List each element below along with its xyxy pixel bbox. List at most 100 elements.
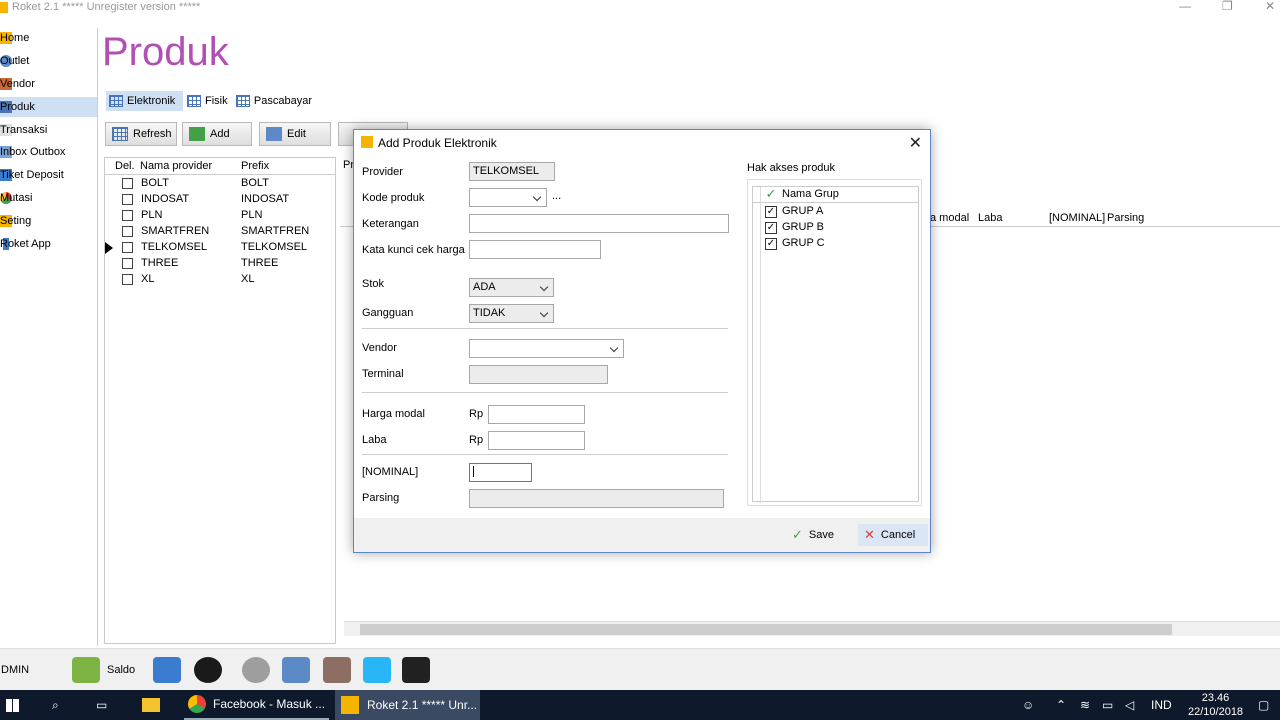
laba-input[interactable]: [488, 431, 585, 450]
group-checkbox[interactable]: ✓: [765, 238, 777, 250]
grid-icon: [236, 95, 250, 107]
harga-modal-label: Harga modal: [362, 408, 425, 420]
kata-kunci-label: Kata kunci cek harga: [362, 244, 465, 256]
add-button[interactable]: Add: [182, 122, 252, 146]
sync-icon[interactable]: [282, 657, 310, 683]
delete-checkbox[interactable]: [122, 258, 133, 269]
sidebar-item-mutasi[interactable]: Mutasi: [0, 188, 97, 208]
refresh-button[interactable]: Refresh: [105, 122, 177, 146]
sidebar-item-vendor[interactable]: Vendor: [0, 74, 97, 94]
harga-modal-input[interactable]: [488, 405, 585, 424]
wifi-icon[interactable]: ≋: [1080, 690, 1090, 720]
restore-icon[interactable]: ❐: [1222, 0, 1233, 13]
keterangan-input[interactable]: [469, 214, 729, 233]
clock[interactable]: 23.46 22/10/2018: [1188, 690, 1243, 720]
table-row[interactable]: TELKOMSEL TELKOMSEL: [105, 240, 335, 256]
minimize-icon[interactable]: —: [1179, 0, 1191, 13]
delete-checkbox[interactable]: [122, 226, 133, 237]
delete-checkbox[interactable]: [122, 274, 133, 285]
grid-icon: [112, 127, 128, 141]
vendor-select[interactable]: [469, 339, 624, 358]
saldo-icon[interactable]: [72, 657, 100, 683]
access-row[interactable]: ✓ GRUP B: [753, 220, 918, 236]
sidebar-item-transaksi[interactable]: Transaksi: [0, 120, 97, 140]
tab-pascabayar[interactable]: Pascabayar: [233, 91, 315, 111]
people-icon[interactable]: ☺: [1022, 690, 1034, 720]
window-title: Roket 2.1 ***** Unregister version *****: [12, 1, 201, 13]
cancel-button[interactable]: ✕ Cancel: [858, 524, 928, 546]
start-icon[interactable]: [6, 690, 20, 720]
input-language[interactable]: IND: [1151, 690, 1172, 720]
provider-label: Provider: [362, 166, 403, 178]
chrome-icon: [188, 695, 206, 713]
sidebar-item-outlet[interactable]: Outlet: [0, 51, 97, 71]
horizontal-scrollbar[interactable]: [344, 621, 1280, 636]
group-checkbox[interactable]: ✓: [765, 206, 777, 218]
notification-icon[interactable]: ▢: [1258, 690, 1269, 720]
taskbar-roket[interactable]: Roket 2.1 ***** Unr...: [335, 690, 480, 720]
col-laba: Laba: [978, 212, 1003, 224]
app-icon: [0, 2, 8, 13]
search-icon[interactable]: ⌕: [52, 690, 59, 720]
group-checkbox[interactable]: ✓: [765, 222, 777, 234]
bank-icon[interactable]: [323, 657, 351, 683]
parsing-label: Parsing: [362, 492, 400, 504]
folder-icon[interactable]: [142, 690, 160, 720]
sidebar-item-inbox-outbox[interactable]: Inbox Outbox: [0, 142, 97, 162]
kode-produk-browse-button[interactable]: ...: [552, 190, 561, 202]
table-row[interactable]: XL XL: [105, 272, 335, 288]
terminal-field: [469, 365, 608, 384]
nominal-input[interactable]: [469, 463, 532, 482]
edit-button[interactable]: Edit: [259, 122, 331, 146]
col-harga-modal: a modal: [930, 212, 970, 224]
delete-checkbox[interactable]: [122, 178, 133, 189]
refresh-icon[interactable]: [242, 657, 270, 683]
sidebar-item-seting[interactable]: Seting: [0, 211, 97, 231]
close-icon[interactable]: ✕: [909, 133, 922, 153]
check-icon: ✓: [765, 186, 777, 201]
delete-checkbox[interactable]: [122, 242, 133, 253]
edit-icon: [266, 127, 282, 141]
close-window-icon[interactable]: ✕: [1265, 0, 1275, 13]
sidebar-item-tiket-deposit[interactable]: Tiket Deposit: [0, 165, 97, 185]
tab-fisik[interactable]: Fisik: [184, 91, 232, 111]
save-button[interactable]: ✓ Save: [786, 524, 840, 546]
volume-icon[interactable]: ◁: [1125, 690, 1134, 720]
table-row[interactable]: INDOSAT INDOSAT: [105, 192, 335, 208]
taskbar-facebook[interactable]: Facebook - Masuk ...: [184, 690, 329, 720]
gangguan-select[interactable]: TIDAK: [469, 304, 554, 323]
scrollbar-thumb[interactable]: [360, 624, 1172, 635]
task-view-icon[interactable]: ▭: [96, 690, 107, 720]
vendor-label: Vendor: [362, 342, 397, 354]
kode-produk-select[interactable]: [469, 188, 547, 207]
battery-icon[interactable]: ▭: [1102, 690, 1113, 720]
chat-icon[interactable]: [153, 657, 181, 683]
kata-kunci-input[interactable]: [469, 240, 601, 259]
delete-checkbox[interactable]: [122, 210, 133, 221]
chevron-up-icon[interactable]: ⌃: [1056, 690, 1066, 720]
access-row[interactable]: ✓ GRUP A: [753, 204, 918, 220]
user-network-icon[interactable]: [363, 657, 391, 683]
table-row[interactable]: SMARTFREN SMARTFREN: [105, 224, 335, 240]
sidebar-item-produk[interactable]: Produk: [0, 97, 97, 117]
delete-checkbox[interactable]: [122, 194, 133, 205]
table-row[interactable]: THREE THREE: [105, 256, 335, 272]
whatsapp-icon[interactable]: [194, 657, 222, 683]
stok-select[interactable]: ADA: [469, 278, 554, 297]
tab-elektronik[interactable]: Elektronik: [106, 91, 183, 111]
grid-icon: [109, 95, 123, 107]
stok-label: Stok: [362, 278, 385, 290]
laba-label: Laba: [362, 434, 387, 446]
grid-icon: [187, 95, 201, 107]
rocket-icon: [361, 136, 373, 148]
table-row[interactable]: BOLT BOLT: [105, 176, 335, 192]
access-row[interactable]: ✓ GRUP C: [753, 236, 918, 252]
saldo-label[interactable]: Saldo: [107, 664, 135, 676]
gangguan-label: Gangguan: [362, 307, 414, 319]
hak-akses-panel: ✓ Nama Grup ✓ GRUP A ✓ GRUP B ✓ GRUP C: [747, 179, 922, 506]
table-row[interactable]: PLN PLN: [105, 208, 335, 224]
window-titlebar: Roket 2.1 ***** Unregister version *****…: [0, 0, 1280, 16]
sidebar-item-roket-app[interactable]: Roket App: [0, 234, 97, 254]
sidebar-item-home[interactable]: Home: [0, 28, 97, 48]
devices-icon[interactable]: [402, 657, 430, 683]
